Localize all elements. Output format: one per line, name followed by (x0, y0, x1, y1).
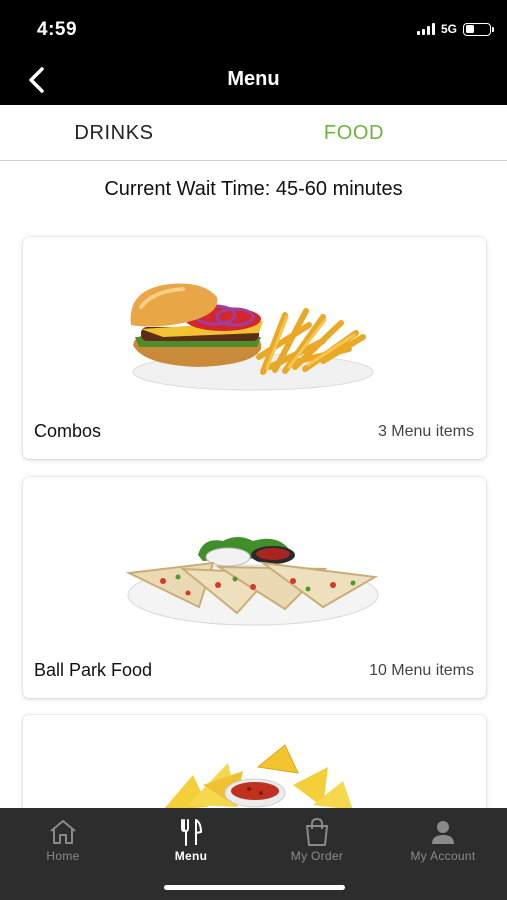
home-icon (50, 820, 76, 844)
signal-icon (416, 23, 435, 35)
nav-my-account[interactable]: My Account (380, 808, 506, 878)
category-item-count: 3 Menu items (377, 423, 474, 440)
status-time: 4:59 (37, 19, 78, 40)
status-indicators: 5G (416, 22, 494, 36)
battery-level (465, 25, 474, 33)
nav-menu[interactable]: Menu (128, 808, 254, 878)
page-title: Menu (227, 68, 280, 90)
home-indicator (164, 885, 345, 890)
tab-drinks[interactable]: DRINKS (14, 105, 214, 161)
nav-label: My Order (290, 849, 344, 863)
shopping-bag-icon (306, 817, 328, 846)
fork-knife-icon (181, 819, 202, 846)
nav-label: Menu (174, 849, 208, 863)
nav-home[interactable]: Home (0, 808, 126, 878)
wait-time-label: Current Wait Time: 45-60 minutes (104, 178, 403, 200)
menu-tabs: DRINKS FOOD (0, 105, 507, 161)
category-card-combos[interactable]: Combos 3 Menu items (23, 237, 486, 459)
category-name: Combos (34, 421, 102, 441)
nav-label: My Account (410, 849, 476, 863)
category-item-count: 10 Menu items (369, 662, 474, 679)
quesadilla-platter-image (125, 537, 379, 626)
top-bar: 4:59 5G Menu (0, 0, 507, 105)
battery-icon (463, 22, 494, 36)
network-type: 5G (440, 22, 457, 36)
burger-and-fries-image (130, 283, 374, 391)
nav-my-order[interactable]: My Order (254, 808, 380, 878)
person-icon (432, 821, 454, 844)
category-name: Ball Park Food (34, 660, 153, 680)
tab-food[interactable]: FOOD (254, 105, 454, 161)
category-card-ball-park-food[interactable]: Ball Park Food 10 Menu items (23, 477, 486, 698)
nav-label: Home (46, 849, 80, 863)
